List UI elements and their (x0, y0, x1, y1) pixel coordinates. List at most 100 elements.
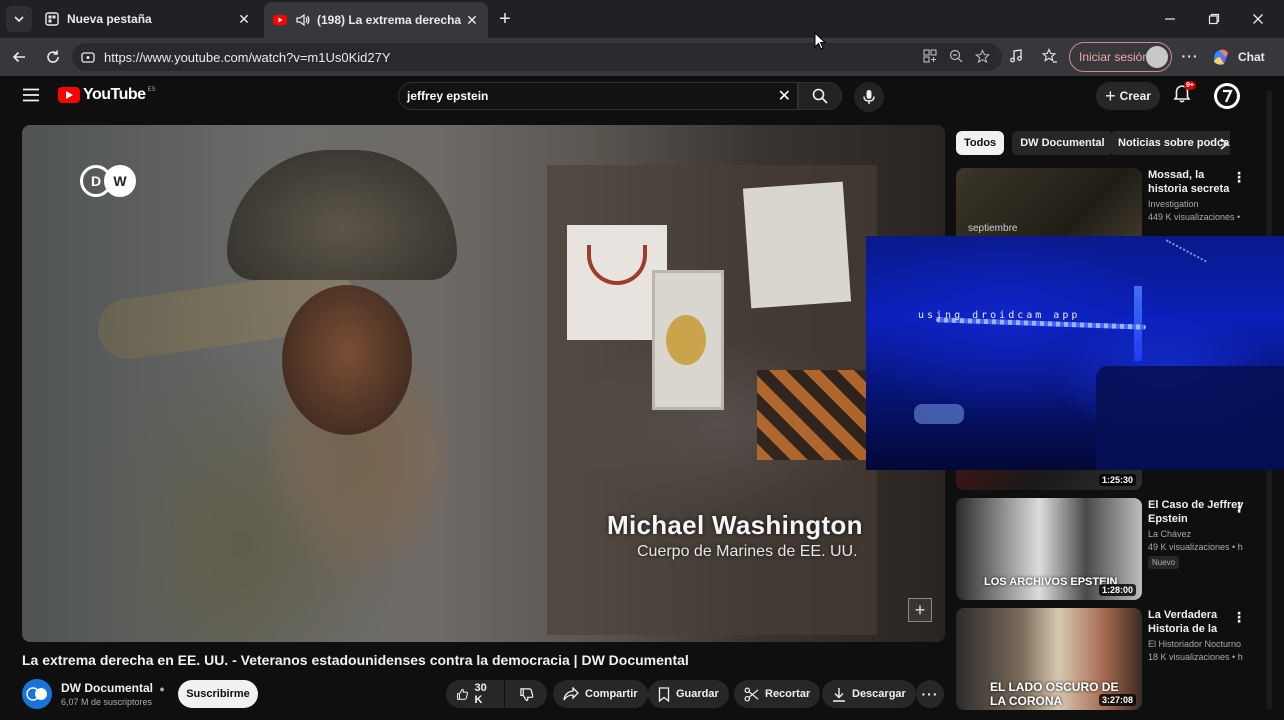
profile-icon (1217, 86, 1237, 106)
close-tab-icon[interactable]: ✕ (236, 11, 252, 27)
tab-title: Nueva pestaña (67, 12, 152, 26)
like-button[interactable]: 30 K (446, 680, 504, 708)
video-info: Mossad, la historia secreta de los servi… (1148, 168, 1244, 222)
tab-search-dropdown[interactable] (6, 6, 32, 32)
tab-youtube-video[interactable]: (198) La extrema derecha en EE. UU. - Ve… (264, 2, 488, 38)
minimize-icon (1165, 18, 1175, 20)
channel-subscribers: 6,07 M de suscriptores (61, 697, 153, 707)
subscribe-button[interactable]: Suscribirme (178, 680, 258, 708)
video-frame-drawing (666, 315, 706, 365)
tab-new-tab[interactable]: Nueva pestaña ✕ (36, 4, 260, 34)
video-title[interactable]: La Verdadera Historia de la Reina (1148, 608, 1244, 636)
speaker-audio-icon[interactable] (295, 12, 311, 28)
notifications-button[interactable]: 9+ (1172, 81, 1196, 108)
search-button[interactable] (798, 82, 842, 110)
more-vertical-icon[interactable]: ⋮ (1232, 610, 1246, 626)
more-horizontal-icon: ··· (1181, 48, 1199, 64)
minimize-window-button[interactable] (1158, 8, 1182, 30)
video-title[interactable]: Mossad, la historia secreta de los servi… (1148, 168, 1244, 196)
restore-window-button[interactable] (1202, 8, 1226, 30)
youtube-wordmark: YouTube (83, 86, 146, 103)
channel-name[interactable]: El Historiador Nocturno (1148, 639, 1244, 649)
lower-third-role: Cuerpo de Marines de EE. UU. (637, 543, 858, 560)
channel-name[interactable]: La Chávez (1148, 529, 1244, 539)
more-actions-button[interactable]: ··· (916, 680, 944, 708)
voice-search-button[interactable] (854, 82, 884, 112)
url-text: https://www.youtube.com/watch?v=m1Us0Kid… (104, 49, 391, 65)
clear-search-icon[interactable]: ✕ (778, 86, 791, 106)
related-filter-chips: Todos DW Documental (956, 131, 1121, 155)
close-window-button[interactable] (1246, 8, 1270, 30)
browser-toolbar: https://www.youtube.com/watch?v=m1Us0Kid… (0, 38, 1284, 76)
copilot-icon (1213, 49, 1228, 65)
video-frame-poster (742, 181, 852, 309)
lower-third-name: Michael Washington (607, 510, 863, 540)
app-available-button[interactable] (920, 46, 940, 66)
tab-title: (198) La extrema derecha en EE. UU. - Ve… (317, 13, 464, 27)
related-video-item[interactable]: LOS ARCHIVOS EPSTEIN 1:28:00 El Caso de … (956, 498, 1246, 600)
chip-dw-documental[interactable]: DW Documental (1012, 131, 1113, 155)
video-duration: 1:25:30 (1098, 474, 1136, 486)
arrow-left-icon (12, 51, 25, 63)
copilot-chat-button[interactable]: Chat (1210, 43, 1265, 71)
back-button[interactable] (8, 46, 30, 68)
scissors-icon (744, 687, 759, 701)
chip-all[interactable]: Todos (956, 131, 1005, 155)
view-count: 18 K visualizaciones • h (1148, 652, 1243, 662)
video-thumbnail[interactable]: LOS ARCHIVOS EPSTEIN 1:28:00 (956, 498, 1142, 600)
hamburger-menu-icon[interactable] (22, 87, 40, 103)
dislike-button[interactable] (505, 680, 547, 708)
search-input[interactable]: jeffrey epstein ✕ (398, 82, 798, 110)
video-title: La extrema derecha en EE. UU. - Veterano… (22, 652, 689, 668)
zoom-button[interactable] (946, 46, 966, 66)
reload-button[interactable] (42, 46, 64, 68)
bookmark-icon (658, 686, 670, 702)
save-button[interactable]: Guardar (648, 680, 729, 708)
channel-avatar[interactable] (22, 679, 52, 709)
favorites-button[interactable] (1040, 46, 1060, 66)
webcam-overlay-window[interactable]: using droidcam app (866, 236, 1284, 470)
thumbnail-caption: LOS ARCHIVOS EPSTEIN (984, 576, 1118, 588)
video-info: La Verdadera Historia de la Reina El His… (1148, 608, 1244, 662)
chips-next-button[interactable] (1214, 134, 1234, 154)
video-thumbnail[interactable]: EL LADO OSCURO DE LA CORONA 3:27:08 (956, 608, 1142, 710)
restore-icon (1208, 13, 1220, 25)
more-horizontal-icon: ··· (921, 686, 939, 702)
notification-count-badge: 9+ (1184, 81, 1196, 90)
create-button[interactable]: + Crear (1096, 82, 1160, 110)
address-bar[interactable]: https://www.youtube.com/watch?v=m1Us0Kid… (72, 43, 1002, 71)
settings-more-button[interactable]: ··· (1180, 46, 1200, 66)
youtube-favicon-icon (273, 15, 287, 25)
channel-name[interactable]: DW Documental ● (61, 681, 165, 695)
share-label: Compartir (585, 688, 638, 700)
media-control-button[interactable] (1006, 46, 1026, 66)
share-button[interactable]: Compartir (553, 680, 648, 708)
lower-third-caption: Michael Washington Cuerpo de Marines de … (607, 510, 863, 561)
view-count: 449 K visualizaciones • (1148, 212, 1241, 222)
chevron-right-icon (1220, 138, 1229, 150)
related-video-item[interactable]: EL LADO OSCURO DE LA CORONA 3:27:08 La V… (956, 608, 1246, 710)
browser-tab-strip: Nueva pestaña ✕ (198) La extrema derecha… (0, 0, 1284, 38)
create-label: Crear (1119, 89, 1151, 103)
site-info-icon[interactable] (80, 49, 96, 65)
video-player[interactable]: D W Michael Washington Cuerpo de Marines… (22, 125, 945, 642)
clip-button[interactable]: Recortar (734, 680, 821, 708)
view-count: 49 K visualizaciones • h (1148, 542, 1243, 552)
account-avatar[interactable] (1214, 83, 1240, 109)
youtube-logo[interactable]: YouTube ES (58, 86, 156, 104)
channel-name[interactable]: Investigation (1148, 199, 1244, 209)
more-vertical-icon[interactable]: ⋮ (1232, 500, 1246, 516)
add-overlay-button[interactable]: + (908, 598, 932, 622)
signin-button[interactable]: Iniciar sesión (1069, 42, 1172, 72)
like-count: 30 K (474, 682, 487, 706)
download-button[interactable]: Descargar (822, 680, 916, 708)
video-title[interactable]: El Caso de Jeffrey Epstein (1148, 498, 1244, 526)
close-tab-icon[interactable]: ✕ (464, 12, 480, 28)
favorite-star-button[interactable] (972, 46, 992, 66)
new-tab-button[interactable]: + (494, 8, 516, 30)
music-note-icon (1010, 49, 1022, 63)
chip-podcast-news[interactable]: Noticias sobre podcasts (1110, 131, 1230, 155)
thumbs-up-icon (457, 688, 468, 700)
more-vertical-icon[interactable]: ⋮ (1232, 170, 1246, 186)
apps-icon (923, 49, 937, 63)
